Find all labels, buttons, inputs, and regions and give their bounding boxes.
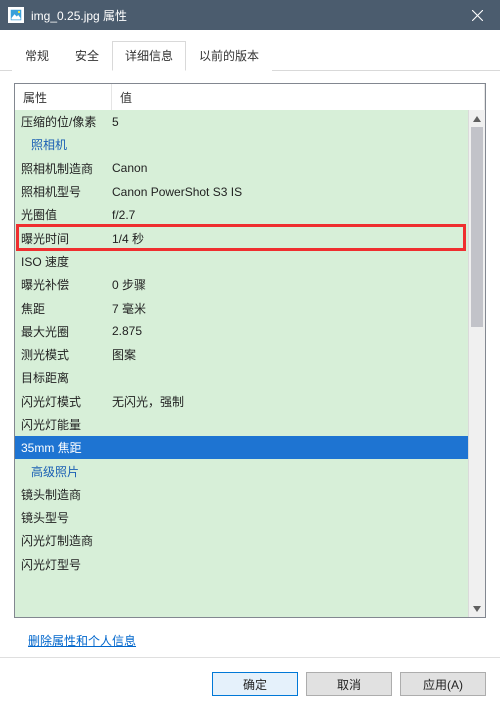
property-row[interactable]: 最大光圈2.875 xyxy=(15,320,468,343)
property-value: 1/4 秒 xyxy=(112,230,468,247)
property-row[interactable]: 闪光灯能量 xyxy=(15,413,468,436)
header-property[interactable]: 属性 xyxy=(15,84,112,112)
property-row[interactable]: 闪光灯型号 xyxy=(15,553,468,576)
property-row[interactable]: 目标距离 xyxy=(15,366,468,389)
property-value: 无闪光，强制 xyxy=(112,393,468,410)
property-name: 照相机 xyxy=(21,136,112,153)
property-value: 0 步骤 xyxy=(112,276,468,293)
cancel-button[interactable]: 取消 xyxy=(306,672,392,696)
list-body: 压缩的位/像素5照相机照相机制造商Canon照相机型号Canon PowerSh… xyxy=(15,110,485,617)
property-row[interactable]: 曝光补偿0 步骤 xyxy=(15,273,468,296)
ok-button[interactable]: 确定 xyxy=(212,672,298,696)
property-value: 2.875 xyxy=(112,324,468,338)
property-row[interactable]: ISO 速度 xyxy=(15,250,468,273)
scroll-thumb[interactable] xyxy=(471,127,483,327)
tab-0[interactable]: 常规 xyxy=(12,41,62,71)
property-row[interactable]: 压缩的位/像素5 xyxy=(15,110,468,133)
scroll-track[interactable] xyxy=(469,127,485,600)
scroll-up-button[interactable] xyxy=(469,110,485,127)
property-name: 压缩的位/像素 xyxy=(21,113,112,130)
property-name: 光圈值 xyxy=(21,206,112,223)
tab-strip: 常规安全详细信息以前的版本 xyxy=(0,30,500,71)
property-name: 最大光圈 xyxy=(21,323,112,340)
property-name: 镜头型号 xyxy=(21,509,112,526)
property-name: ISO 速度 xyxy=(21,253,112,270)
property-row[interactable]: 照相机制造商Canon xyxy=(15,157,468,180)
window-title: img_0.25.jpg 属性 xyxy=(31,7,455,24)
section-row[interactable]: 照相机 xyxy=(15,133,468,156)
property-name: 闪光灯制造商 xyxy=(21,532,112,549)
property-row[interactable]: 镜头型号 xyxy=(15,506,468,529)
property-row[interactable]: 镜头制造商 xyxy=(15,483,468,506)
tab-1[interactable]: 安全 xyxy=(62,41,112,71)
property-row[interactable]: 35mm 焦距 xyxy=(15,436,468,459)
remove-properties-link[interactable]: 删除属性和个人信息 xyxy=(28,634,136,648)
property-row[interactable]: 照相机型号Canon PowerShot S3 IS xyxy=(15,180,468,203)
chevron-down-icon xyxy=(473,606,481,612)
chevron-up-icon xyxy=(473,116,481,122)
property-value: Canon PowerShot S3 IS xyxy=(112,185,468,199)
property-row[interactable]: 闪光灯模式无闪光，强制 xyxy=(15,390,468,413)
property-name: 闪光灯模式 xyxy=(21,393,112,410)
vertical-scrollbar[interactable] xyxy=(468,110,485,617)
property-name: 测光模式 xyxy=(21,346,112,363)
header-value[interactable]: 值 xyxy=(112,84,485,112)
property-name: 闪光灯能量 xyxy=(21,416,112,433)
property-name: 曝光补偿 xyxy=(21,276,112,293)
property-name: 曝光时间 xyxy=(21,230,112,247)
tab-2[interactable]: 详细信息 xyxy=(112,41,186,71)
scroll-down-button[interactable] xyxy=(469,600,485,617)
property-name: 35mm 焦距 xyxy=(21,439,112,456)
list-header: 属性 值 xyxy=(15,84,485,113)
property-value: 7 毫米 xyxy=(112,300,468,317)
apply-button[interactable]: 应用(A) xyxy=(400,672,486,696)
property-value: 图案 xyxy=(112,346,468,363)
tab-3[interactable]: 以前的版本 xyxy=(186,41,272,71)
property-name: 镜头制造商 xyxy=(21,486,112,503)
details-panel: 属性 值 压缩的位/像素5照相机照相机制造商Canon照相机型号Canon Po… xyxy=(0,71,500,657)
image-file-icon xyxy=(8,7,24,23)
property-value: Canon xyxy=(112,161,468,175)
property-row[interactable]: 曝光时间1/4 秒 xyxy=(15,226,468,249)
property-row[interactable]: 闪光灯制造商 xyxy=(15,529,468,552)
property-value: f/2.7 xyxy=(112,208,468,222)
property-name: 闪光灯型号 xyxy=(21,556,112,573)
close-button[interactable] xyxy=(455,0,500,30)
close-icon xyxy=(472,10,483,21)
property-name: 照相机型号 xyxy=(21,183,112,200)
property-row[interactable]: 光圈值f/2.7 xyxy=(15,203,468,226)
property-name: 照相机制造商 xyxy=(21,160,112,177)
property-name: 焦距 xyxy=(21,300,112,317)
properties-list: 属性 值 压缩的位/像素5照相机照相机制造商Canon照相机型号Canon Po… xyxy=(14,83,486,618)
property-name: 高级照片 xyxy=(21,463,112,480)
property-row[interactable]: 测光模式图案 xyxy=(15,343,468,366)
remove-properties-link-area: 删除属性和个人信息 xyxy=(14,618,486,649)
section-row[interactable]: 高级照片 xyxy=(15,459,468,482)
property-value: 5 xyxy=(112,115,468,129)
property-name: 目标距离 xyxy=(21,369,112,386)
titlebar: img_0.25.jpg 属性 xyxy=(0,0,500,30)
property-row[interactable]: 焦距7 毫米 xyxy=(15,296,468,319)
dialog-footer: 确定 取消 应用(A) xyxy=(0,657,500,710)
